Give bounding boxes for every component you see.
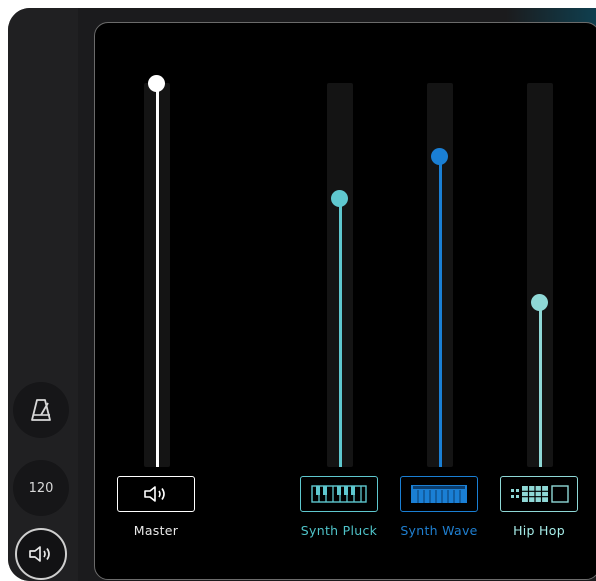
master-fader-track[interactable] (144, 75, 170, 467)
hip-hop-fader-fill (539, 301, 542, 467)
hip-hop-fader-track[interactable] (527, 83, 553, 467)
tempo-value: 120 (28, 480, 54, 496)
channel-label-synth-wave: Synth Wave (400, 523, 478, 538)
channel-label-synth-pluck: Synth Pluck (300, 523, 378, 538)
synth-wave-fader-fill (439, 155, 442, 467)
channel-label-master: Master (133, 523, 179, 538)
volume-button[interactable] (15, 528, 67, 580)
speaker-icon (144, 486, 165, 502)
synth-pluck-fader-fill (339, 198, 342, 467)
left-toolbar: 120 (8, 8, 78, 581)
master-mute-button[interactable] (117, 476, 195, 512)
hip-hop-fader-knob[interactable] (531, 293, 548, 311)
synth-wave-fader-track[interactable] (427, 83, 453, 467)
master-fader-fill (156, 83, 159, 467)
metronome-button[interactable] (13, 382, 69, 438)
keyboard-icon (411, 485, 467, 503)
keyboard-icon (311, 485, 367, 503)
synth-wave-fader-knob[interactable] (431, 147, 448, 165)
mixer-panel: Master Synth Pluck Synth Wave Hip Hop (94, 22, 596, 580)
synth-pluck-instrument-button[interactable] (300, 476, 378, 512)
drum-pads-icon (511, 485, 569, 503)
master-fader-knob[interactable] (148, 75, 165, 92)
hip-hop-instrument-button[interactable] (500, 476, 578, 512)
synth-pluck-fader-knob[interactable] (331, 190, 348, 208)
channel-label-hip-hop: Hip Hop (513, 523, 565, 538)
tempo-button[interactable]: 120 (13, 460, 69, 516)
speaker-icon (29, 546, 50, 562)
mixer-app: 120 Master Synth Pluck Synth Wave Hip Ho… (8, 8, 596, 581)
synth-wave-instrument-button[interactable] (400, 476, 478, 512)
synth-pluck-fader-track[interactable] (327, 83, 353, 467)
metronome-icon (31, 399, 51, 421)
